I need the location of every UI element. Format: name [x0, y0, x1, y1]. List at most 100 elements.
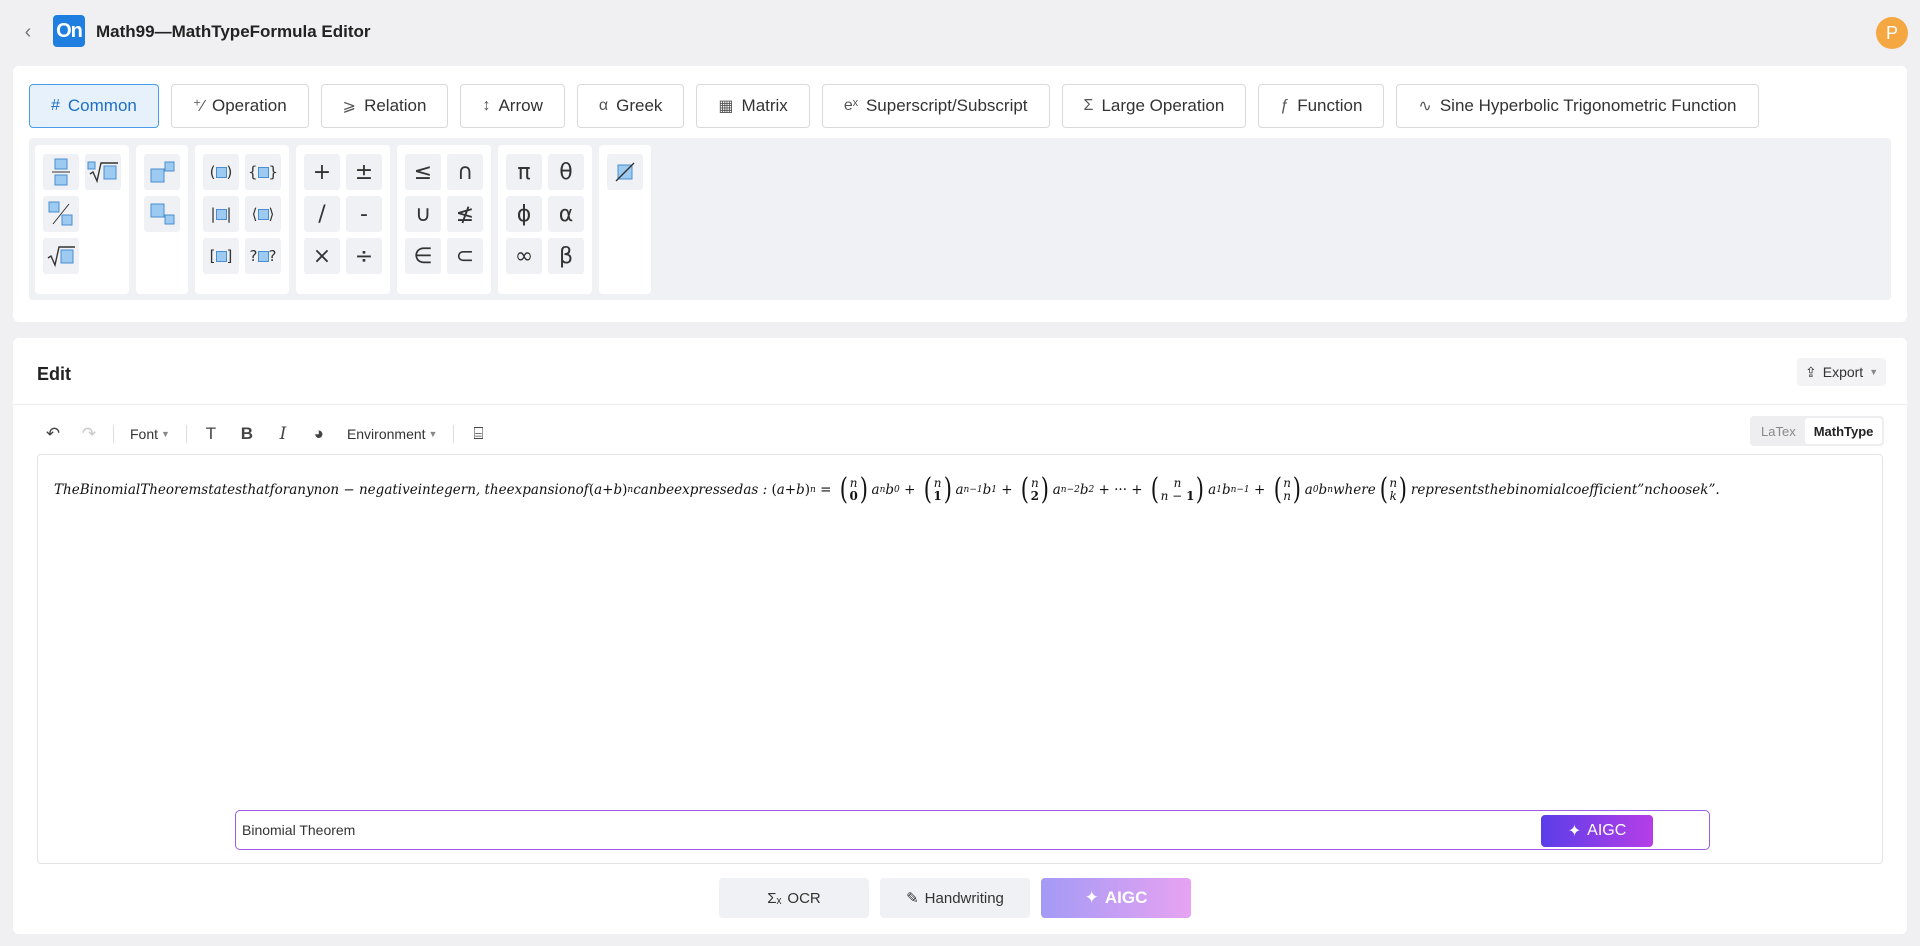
tab-label: Common: [67, 96, 137, 115]
minus-icon[interactable]: -: [346, 196, 382, 232]
tab-relation[interactable]: ⩾ Relation: [320, 84, 449, 128]
custom-bracket-template-icon[interactable]: ??: [245, 238, 281, 274]
beta-icon[interactable]: β: [548, 238, 584, 274]
tab-sine-hyperbolic[interactable]: ∿ Sine Hyperbolic Trigonometric Function: [1396, 84, 1759, 128]
element-of-icon[interactable]: ∈: [405, 238, 441, 274]
environment-label: Environment: [346, 426, 426, 442]
bracket-group: () | | [] {} ⟨ ⟩ ??: [195, 145, 289, 294]
tab-label: Arrow: [498, 96, 543, 115]
divider: [13, 404, 1907, 405]
hash-icon: #: [51, 97, 60, 114]
phi-icon[interactable]: ϕ: [506, 196, 542, 232]
divide-icon[interactable]: ÷: [346, 238, 382, 274]
pi-icon[interactable]: π: [506, 154, 542, 190]
cancel-template-icon[interactable]: [607, 154, 643, 190]
app-title: Math99—MathTypeFormula Editor: [96, 22, 371, 41]
aigc-button[interactable]: ✦ AIGC: [1041, 878, 1191, 918]
edit-title: Edit: [37, 364, 71, 384]
symbols-area: () | | [] {} ⟨ ⟩ ?? + / × ± - ÷ ≤ ∪ ∈ ∩ ≰ …: [29, 138, 1891, 300]
app-header: ‹ On Math99—MathTypeFormula Editor P: [0, 0, 1920, 66]
redo-icon[interactable]: ↷: [71, 419, 107, 449]
back-icon[interactable]: ‹: [18, 21, 38, 43]
handwriting-button[interactable]: ✎ Handwriting: [880, 878, 1030, 918]
paren-template-icon[interactable]: (): [203, 154, 239, 190]
arrow-icon: ↕: [482, 97, 491, 114]
formula-text: TheBinomialTheoremstatesthatforanynon − …: [54, 482, 589, 498]
tab-label: Function: [1297, 96, 1363, 115]
subset-icon[interactable]: ⊂: [447, 238, 483, 274]
ocr-button[interactable]: Σₓ OCR: [719, 878, 869, 918]
superscript-template-icon[interactable]: [144, 154, 180, 190]
sqrt-icon[interactable]: [43, 238, 79, 274]
font-label: Font: [130, 426, 159, 442]
editor-toolbar: ↶ ↷ Font ▼ T B I ◕ Environment ▼ ⌸: [35, 418, 496, 450]
slash-icon[interactable]: /: [304, 196, 340, 232]
superscript-icon: eˣ: [843, 97, 858, 114]
angle-template-icon[interactable]: ⟨ ⟩: [245, 196, 281, 232]
ocr-label: OCR: [787, 889, 821, 907]
union-icon[interactable]: ∪: [405, 196, 441, 232]
sigma-icon: Σₓ: [767, 889, 782, 907]
tab-function[interactable]: ƒ Function: [1258, 84, 1385, 128]
square-bracket-template-icon[interactable]: []: [203, 238, 239, 274]
palette-icon[interactable]: ◕: [301, 419, 337, 449]
undo-icon[interactable]: ↶: [35, 419, 71, 449]
greek-group: π ϕ ∞ θ α β: [498, 145, 592, 294]
script-group: [136, 145, 188, 294]
tab-label: Matrix: [741, 96, 788, 115]
chevron-down-icon: ▼: [428, 429, 438, 439]
formula-editor[interactable]: TheBinomialTheoremstatesthatforanynon − …: [37, 454, 1883, 864]
abs-template-icon[interactable]: | |: [203, 196, 239, 232]
function-icon: ƒ: [1280, 97, 1290, 114]
formula-text: representsthebinomialcoefficient”nchoose…: [1410, 482, 1720, 498]
fraction-icon[interactable]: [43, 154, 79, 190]
slash-fraction-icon[interactable]: [43, 196, 79, 232]
tab-label: Sine Hyperbolic Trigonometric Function: [1439, 96, 1737, 115]
tab-operation[interactable]: ⁺⁄ Operation: [170, 84, 309, 128]
operation-icon: ⁺⁄: [192, 98, 204, 115]
toolbar-divider: [453, 425, 455, 443]
edit-panel: Edit ⇪ Export ▼ ↶ ↷ Font ▼ T B I ◕ Enviro…: [13, 338, 1907, 934]
alpha-icon[interactable]: α: [548, 196, 584, 232]
italic-icon[interactable]: I: [265, 419, 301, 449]
avatar[interactable]: P: [1876, 17, 1908, 49]
mode-mathtype[interactable]: MathType: [1804, 418, 1883, 444]
mode-latex[interactable]: LaTex: [1752, 418, 1805, 444]
text-icon[interactable]: T: [193, 419, 229, 449]
times-icon[interactable]: ×: [304, 238, 340, 274]
tab-common[interactable]: # Common: [29, 84, 159, 128]
basket-icon[interactable]: ⌸: [460, 419, 496, 449]
aigc-send-button[interactable]: ✦ AIGC: [1541, 815, 1653, 847]
mode-switch: LaTex MathType: [1750, 416, 1885, 446]
aigc-prompt-input[interactable]: [236, 811, 1536, 849]
brace-template-icon[interactable]: {}: [245, 154, 281, 190]
plus-icon[interactable]: +: [304, 154, 340, 190]
intersection-icon[interactable]: ∩: [447, 154, 483, 190]
tab-matrix[interactable]: ▦ Matrix: [696, 84, 810, 128]
font-dropdown[interactable]: Font ▼: [120, 419, 180, 449]
pen-icon: ✎: [906, 890, 919, 907]
app-logo: On: [53, 15, 85, 47]
toolbar-divider: [185, 425, 187, 443]
leq-icon[interactable]: ≤: [405, 154, 441, 190]
plus-minus-icon[interactable]: ±: [346, 154, 382, 190]
chevron-down-icon: ▼: [161, 429, 170, 439]
tab-superscript-subscript[interactable]: eˣ Superscript/Subscript: [821, 84, 1050, 128]
matrix-icon: ▦: [718, 98, 734, 115]
aigc-input-box: ✦ AIGC: [235, 810, 1710, 850]
tab-greek[interactable]: α Greek: [576, 84, 685, 128]
subscript-template-icon[interactable]: [144, 196, 180, 232]
export-button[interactable]: ⇪ Export ▼: [1797, 358, 1887, 386]
tab-label: Operation: [212, 96, 287, 115]
not-leq-icon[interactable]: ≰: [447, 196, 483, 232]
infinity-icon[interactable]: ∞: [506, 238, 542, 274]
nth-root-icon[interactable]: [85, 154, 121, 190]
theta-icon[interactable]: θ: [548, 154, 584, 190]
symbol-panel: # Common ⁺⁄ Operation ⩾ Relation ↕ Arrow α Gr…: [13, 66, 1907, 322]
export-label: Export: [1822, 364, 1864, 380]
tab-arrow[interactable]: ↕ Arrow: [460, 84, 565, 128]
aigc-label: AIGC: [1104, 888, 1148, 907]
tab-large-operation[interactable]: Σ Large Operation: [1061, 84, 1247, 128]
bold-icon[interactable]: B: [229, 419, 265, 449]
environment-dropdown[interactable]: Environment ▼: [337, 419, 448, 449]
